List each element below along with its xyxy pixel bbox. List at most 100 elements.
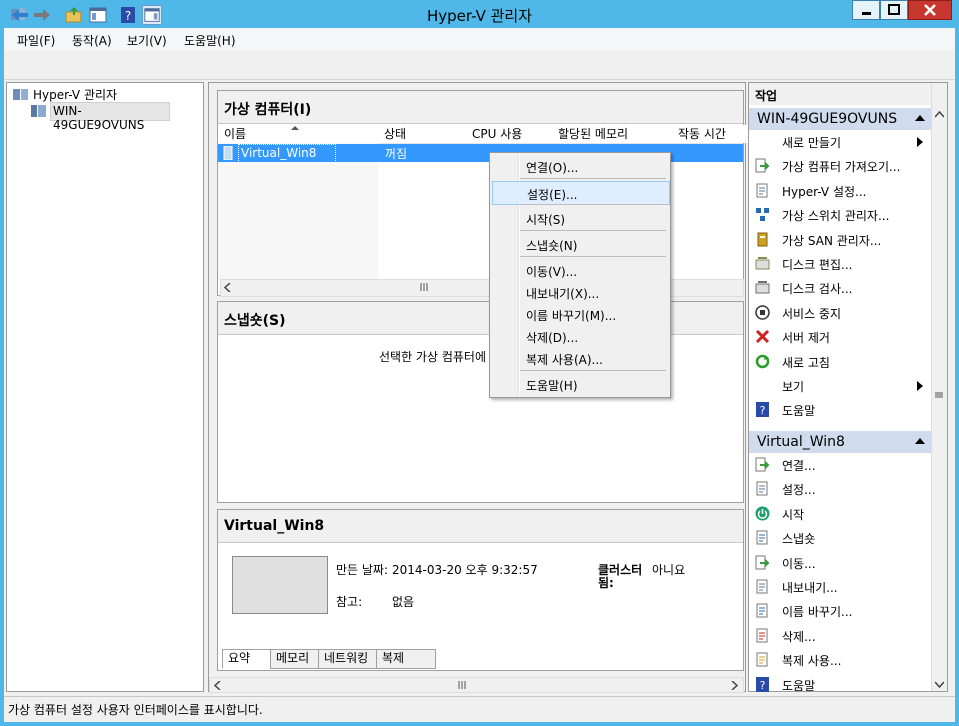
action-label: 도움말 (782, 404, 816, 419)
action-help[interactable]: ? 도움말 (749, 398, 933, 422)
menu-help[interactable]: 도움말(H) (184, 32, 236, 49)
action-remove-server[interactable]: 서버 제거 (749, 325, 933, 349)
close-icon (924, 4, 936, 16)
server-icon (31, 105, 46, 117)
remove-server-icon (755, 330, 770, 344)
tree-server-item[interactable]: WIN-49GUE9OVUNS (50, 102, 170, 132)
action-group-vm[interactable]: Virtual_Win8 (749, 431, 933, 453)
back-arrow-icon[interactable] (10, 5, 30, 25)
hyperv-manager-icon (13, 89, 28, 100)
action-help[interactable]: ? 도움말 (749, 673, 933, 697)
scroll-left-icon (224, 283, 231, 292)
snapshot-icon (756, 530, 768, 545)
action-inspect-disk[interactable]: 디스크 검사... (749, 276, 933, 300)
export-icon (756, 579, 768, 594)
created-value: 2014-03-20 오후 9:32:57 (392, 563, 538, 577)
action-label: 복제 사용... (782, 654, 842, 669)
action-snapshot[interactable]: 스냅숏 (749, 526, 933, 550)
minimize-icon (862, 12, 871, 15)
ctx-snapshot[interactable]: 스냅숏(N) (492, 233, 668, 255)
ctx-export[interactable]: 내보내기(X)... (492, 281, 668, 303)
details-section-header: Virtual_Win8 (218, 510, 743, 543)
action-connect[interactable]: 연결... (749, 453, 933, 477)
action-start[interactable]: 시작 (749, 502, 933, 526)
action-virtual-switch-manager[interactable]: 가상 스위치 관리자... (749, 203, 933, 227)
action-hyperv-settings[interactable]: Hyper-V 설정... (749, 179, 933, 203)
action-new[interactable]: 새로 만들기 (749, 130, 933, 154)
action-import-vm[interactable]: 가상 컴퓨터 가져오기... (749, 154, 933, 178)
menu-action[interactable]: 동작(A) (72, 32, 112, 49)
column-cpu[interactable]: CPU 사용 (466, 125, 559, 143)
menu-file[interactable]: 파일(F) (17, 32, 55, 49)
vm-name-focus: Virtual_Win8 (238, 144, 336, 163)
action-label: 보기 (782, 380, 805, 394)
ctx-move[interactable]: 이동(V)... (492, 259, 668, 281)
column-memory[interactable]: 할당된 메모리 (552, 125, 679, 143)
snapshot-section-title: 스냅숏(S) (224, 313, 286, 329)
action-edit-disk[interactable]: 디스크 편집... (749, 252, 933, 276)
connect-icon (755, 457, 770, 472)
edit-disk-icon (755, 257, 770, 270)
svg-text:?: ? (760, 404, 766, 417)
vm-section-title: 가상 컴퓨터(I) (224, 102, 312, 118)
show-hide-console-tree-icon[interactable] (88, 5, 108, 25)
center-hscrollbar[interactable] (209, 677, 744, 693)
vm-icon (223, 146, 233, 160)
action-label: 이동... (782, 556, 816, 571)
action-enable-replication[interactable]: 복제 사용... (749, 648, 933, 672)
action-refresh[interactable]: 새로 고침 (749, 350, 933, 374)
close-button[interactable] (908, 0, 952, 20)
tab-replication[interactable]: 복제 (376, 649, 436, 669)
action-delete[interactable]: 삭제... (749, 624, 933, 648)
move-icon (755, 555, 770, 570)
action-virtual-san-manager[interactable]: 가상 SAN 관리자... (749, 228, 933, 252)
rename-icon (756, 603, 768, 618)
ctx-delete[interactable]: 삭제(D)... (492, 325, 668, 347)
actions-vscrollbar[interactable] (931, 83, 947, 691)
ctx-settings[interactable]: 설정(E)... (492, 181, 670, 205)
cluster-label-2: 됨: (598, 576, 614, 590)
help-icon[interactable]: ? (118, 5, 138, 25)
cluster-value: 아니요 (652, 563, 686, 577)
stop-service-icon (755, 305, 770, 320)
collapse-icon (915, 115, 925, 121)
column-state[interactable]: 상태 (378, 125, 473, 143)
menu-view[interactable]: 보기(V) (127, 32, 167, 49)
snapshot-message: 선택한 가상 컴퓨터에 (379, 350, 486, 364)
ctx-help[interactable]: 도움말(H) (492, 373, 668, 395)
ctx-enable-replication[interactable]: 복제 사용(A)... (492, 347, 668, 369)
action-label: 디스크 검사... (782, 282, 853, 297)
ctx-connect[interactable]: 연결(O)... (492, 155, 668, 177)
action-export[interactable]: 내보내기... (749, 575, 933, 599)
action-move[interactable]: 이동... (749, 551, 933, 575)
virtual-switch-icon (756, 208, 769, 222)
tree-root-label[interactable]: Hyper-V 관리자 (33, 86, 117, 103)
column-uptime[interactable]: 작동 시간 (672, 125, 751, 143)
inspect-disk-icon (755, 281, 770, 294)
scroll-grip-icon (935, 392, 943, 398)
svg-text:?: ? (760, 679, 766, 692)
action-settings[interactable]: 설정... (749, 477, 933, 501)
import-vm-icon (755, 158, 770, 173)
action-view[interactable]: 보기 (749, 374, 933, 398)
column-name[interactable]: 이름 (218, 125, 385, 143)
actions-pane: 작업 WIN-49GUE9OVUNS 새로 만들기 가상 컴퓨터 가져오기... H… (748, 82, 948, 693)
scroll-down-icon (935, 681, 944, 689)
actions-header: 작업 (749, 83, 933, 105)
maximize-button[interactable] (880, 0, 908, 20)
up-folder-icon[interactable] (64, 5, 84, 25)
action-group-server[interactable]: WIN-49GUE9OVUNS (749, 108, 933, 130)
action-rename[interactable]: 이름 바꾸기... (749, 599, 933, 623)
action-label: 서비스 중지 (782, 306, 842, 321)
action-stop-service[interactable]: 서비스 중지 (749, 301, 933, 325)
svg-text:?: ? (125, 9, 131, 23)
menu-bar: 파일(F) 동작(A) 보기(V) 도움말(H) (4, 28, 955, 50)
forward-arrow-icon[interactable] (32, 5, 52, 25)
action-label: 디스크 편집... (782, 258, 853, 272)
submenu-arrow-icon (917, 381, 923, 391)
minimize-button[interactable] (852, 0, 880, 20)
ctx-rename[interactable]: 이름 바꾸기(M)... (492, 303, 668, 325)
virtual-san-icon (757, 232, 768, 247)
ctx-start[interactable]: 시작(S) (492, 207, 668, 229)
show-hide-action-pane-icon[interactable] (142, 5, 162, 25)
